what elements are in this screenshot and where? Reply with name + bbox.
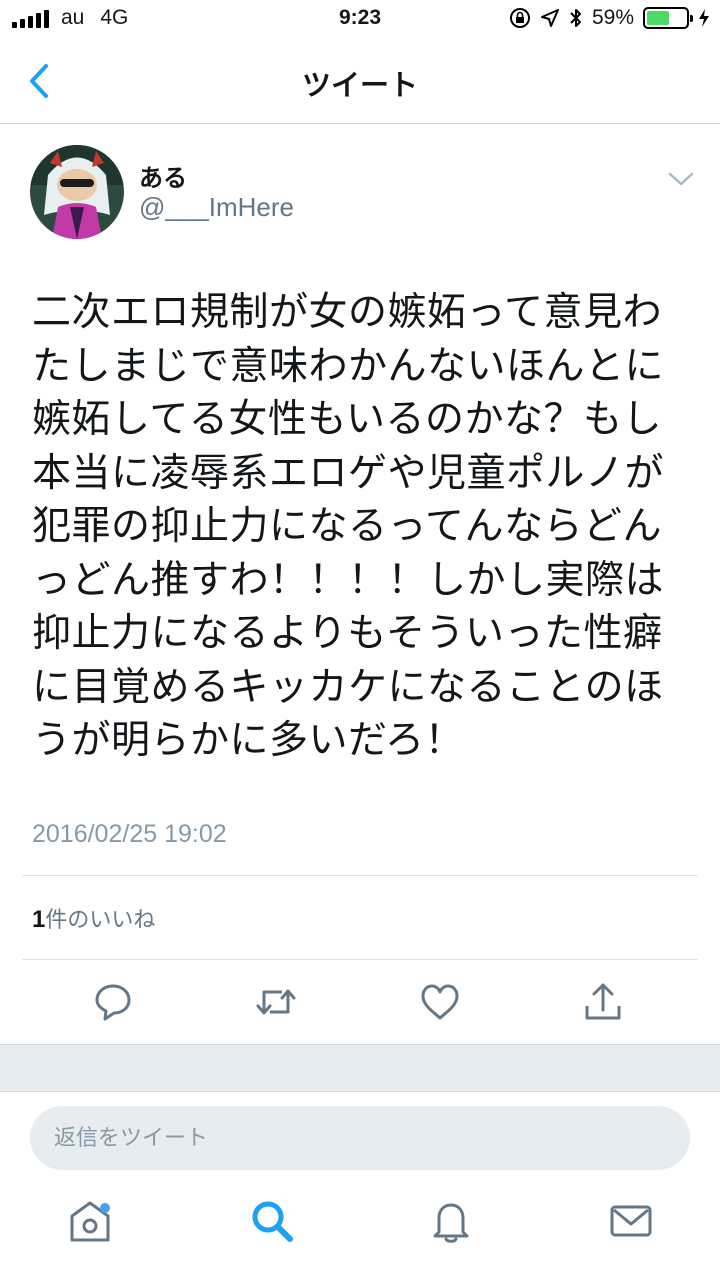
like-count-label: 件のいいね (45, 908, 156, 933)
tweet-line: たしまじで意味わかんないほんとに (32, 343, 665, 389)
tweet-text: 二次エロ規制が女の嫉妬って意見わ たしまじで意味わかんないほんとに 嫉妬してる女… (32, 286, 696, 768)
page-title: ツイート (301, 68, 418, 102)
display-name[interactable]: ある (139, 158, 187, 193)
reply-bar (30, 1106, 690, 1170)
tweet-timestamp: 2016/02/25 19:02 (32, 820, 227, 848)
tweet-line: うが明らかに多いだろ！ (32, 718, 465, 763)
location-icon (540, 9, 559, 27)
likes-count[interactable]: 1件のいいね (32, 902, 155, 934)
tweet-line: 本当に凌辱系エロゲや児童ポルノが (32, 450, 665, 496)
like-icon[interactable] (418, 980, 462, 1024)
battery-icon (643, 7, 693, 29)
notifications-icon[interactable] (426, 1196, 476, 1246)
chevron-down-icon[interactable] (666, 168, 696, 190)
battery-level (647, 11, 670, 25)
messages-icon[interactable] (606, 1196, 656, 1246)
orientation-lock-icon (509, 8, 530, 28)
tweet-line: 二次エロ規制が女の嫉妬って意見わ (32, 290, 663, 335)
section-separator (0, 1044, 720, 1092)
status-right: 59% (509, 6, 710, 30)
notification-dot (100, 1203, 110, 1213)
avatar[interactable] (30, 145, 124, 239)
tweet-line: 抑止力になるよりもそういった性癖 (32, 611, 663, 656)
tweet-line: っどん推すわ！！！！しかし実際は (32, 557, 665, 603)
nav-bar: ツイート (0, 40, 720, 124)
status-bar: au 4G 9:23 59% (0, 0, 720, 40)
retweet-icon[interactable] (254, 980, 298, 1024)
reply-input[interactable] (30, 1106, 690, 1170)
charging-icon (699, 9, 709, 27)
tab-bar (0, 1186, 720, 1280)
divider (22, 875, 698, 876)
battery-percent: 59% (591, 6, 634, 29)
tweet-line: に目覚めるキッカケになることのほ (32, 664, 664, 710)
reply-icon[interactable] (91, 980, 135, 1024)
tweet-actions (0, 980, 720, 1024)
divider (22, 959, 698, 960)
tweet-line: 犯罪の抑止力になるってんならどん (32, 504, 663, 549)
share-icon[interactable] (581, 980, 625, 1024)
bluetooth-icon (570, 9, 581, 27)
tweet-line: 嫉妬してる女性もいるのかな？もし (32, 397, 663, 442)
search-icon[interactable] (247, 1196, 297, 1246)
like-count-number: 1 (32, 906, 46, 933)
avatar-image (30, 145, 124, 239)
user-handle[interactable]: @___ImHere (139, 192, 294, 223)
